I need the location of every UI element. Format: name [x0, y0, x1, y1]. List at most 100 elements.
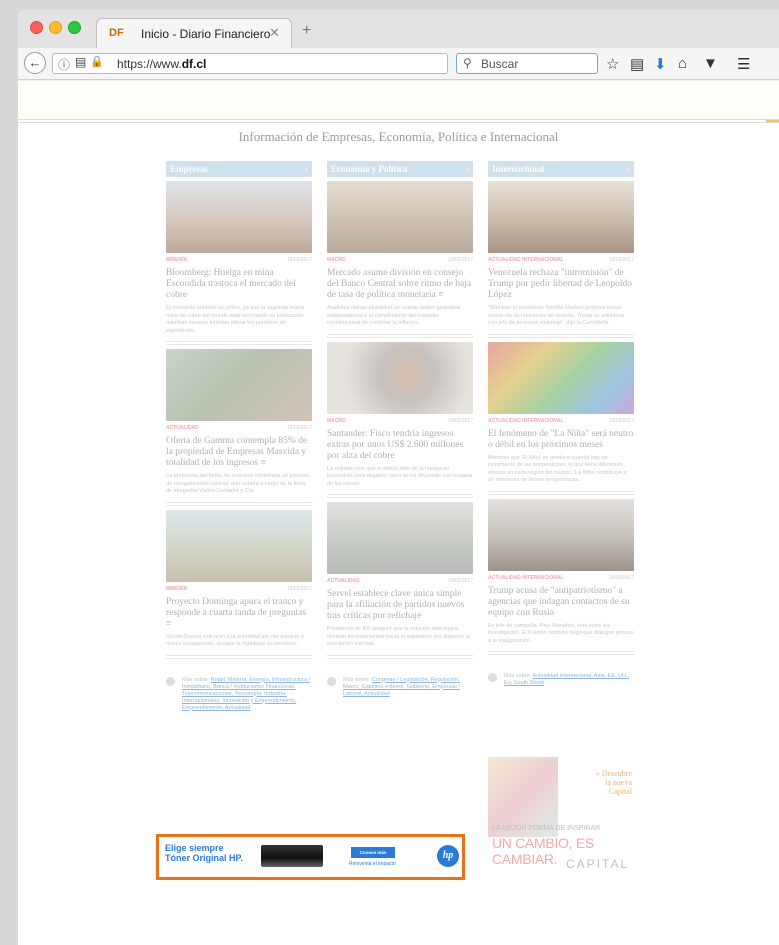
more-label: Más sobre:	[182, 676, 210, 683]
pocket-icon[interactable]: ▼	[703, 55, 718, 72]
tab-title: Inicio - Diario Financiero	[141, 27, 271, 41]
article-lead: Analistas ubican pluralidad en cuanto de…	[327, 305, 461, 326]
article-date: 10/02/2017	[286, 257, 312, 263]
article-image[interactable]	[488, 341, 634, 414]
article-category[interactable]: MINERÍA	[166, 257, 187, 263]
article-headline[interactable]: Trump acusa de "antipatriotismo" a agenc…	[488, 586, 634, 619]
divider	[166, 341, 312, 345]
article-category[interactable]: ACTUALIDAD	[166, 425, 199, 431]
df-favicon-icon: DF	[109, 27, 124, 39]
info-icon[interactable]: ⓘ	[58, 56, 70, 73]
tag-icon	[488, 673, 497, 682]
article-headline[interactable]: Oferta de Gamma contempla 85% de la prop…	[166, 436, 312, 469]
article-headline[interactable]: Proyecto Dominga apura el tranco y respo…	[166, 597, 312, 630]
article-date: 10/02/2017	[447, 417, 473, 424]
close-window-button[interactable]	[30, 21, 43, 34]
divider	[166, 501, 312, 506]
arrow-icon: ›	[466, 164, 469, 174]
article-lead: Ex jefe de campaña, Paul Manafort, está …	[488, 622, 634, 644]
divider	[488, 651, 634, 655]
article-category[interactable]: ACTUALIDAD INTERNACIONAL	[488, 257, 564, 263]
article-category[interactable]: MACRO	[327, 257, 346, 263]
article-headline[interactable]: Mercado asume división en consejo del Ba…	[327, 268, 473, 301]
column-internacional: Internacional › ACTUALIDAD INTERNACIONAL 1…	[488, 161, 634, 687]
hp-advertisement[interactable]: Elige siempre Tóner Original HP. Conoce …	[156, 834, 465, 880]
search-icon: ⚲	[463, 56, 472, 70]
title-bar: DF Inicio - Diario Financiero ✕ +	[18, 10, 779, 48]
article-image[interactable]	[166, 509, 312, 582]
more-label: Más sobre:	[343, 676, 371, 683]
more-topics: Más sobre: Actualidad Internacional, Asi…	[488, 673, 634, 687]
article-image[interactable]	[327, 502, 473, 574]
browser-window: DF Inicio - Diario Financiero ✕ + ← ⓘ ▤ …	[18, 10, 779, 945]
article-lead: Desde Dosera criticaron a la autoridad p…	[166, 633, 304, 648]
back-button[interactable]: ←	[24, 52, 46, 74]
article-lead: Mientras que 'El Niño' se produce cuando…	[488, 454, 627, 484]
column-header[interactable]: Empresas ›	[166, 161, 312, 177]
divider	[327, 654, 473, 659]
article-image[interactable]	[488, 498, 634, 571]
article-category[interactable]: MINERÍA	[166, 586, 187, 592]
minimize-window-button[interactable]	[49, 21, 62, 34]
divider	[488, 490, 634, 495]
article-category[interactable]: MACRO	[327, 418, 346, 424]
reader-icon[interactable]: ▤	[75, 55, 86, 69]
article-lead: Presidente de RD aseguró que la solución…	[327, 626, 471, 647]
article-image[interactable]	[488, 181, 634, 253]
article-date: 10/02/2017	[447, 578, 473, 584]
navigation-bar: ← ⓘ ▤ 🔒 https://www.df.cl ↻ ⚲ Buscar ☆ ▤…	[18, 48, 779, 80]
browser-tab[interactable]: DF Inicio - Diario Financiero ✕	[96, 18, 292, 48]
article-category[interactable]: ACTUALIDAD INTERNACIONAL	[488, 575, 564, 581]
article-category[interactable]: ACTUALIDAD	[327, 578, 360, 584]
toner-image	[261, 845, 323, 867]
article-headline[interactable]: Bloomberg: Huelga en mina Escondida tras…	[166, 268, 312, 301]
tag-icon	[166, 676, 175, 686]
article-headline[interactable]: El fenómeno de "La Niña" será neutro o d…	[488, 429, 634, 451]
article-lead: La entidad cree que el efecto neto de la…	[327, 465, 473, 487]
download-icon[interactable]: ⬇	[654, 55, 667, 73]
bookmark-star-icon[interactable]: ☆	[606, 55, 619, 73]
home-icon[interactable]: ⌂	[678, 55, 687, 72]
divider	[327, 333, 473, 338]
capital-tagline-1: LA MEJOR FORMA DE INSPIRAR	[492, 825, 601, 832]
close-tab-icon[interactable]: ✕	[269, 25, 280, 41]
article-image[interactable]	[327, 181, 473, 253]
hp-ad-text: Elige siempre Tóner Original HP.	[165, 843, 243, 863]
article-image[interactable]	[166, 349, 312, 421]
column-empresas: Empresas › MINERÍA 10/02/2017 Bloomberg: H…	[166, 161, 312, 712]
article-image[interactable]	[166, 181, 312, 253]
article-headline[interactable]: Servel establece clave única simple para…	[327, 589, 473, 622]
arrow-icon: ›	[305, 164, 308, 174]
article-date: 10/02/2017	[447, 257, 473, 263]
article-category[interactable]: ACTUALIDAD INTERNACIONAL	[488, 418, 564, 424]
more-topics: Más sobre: Congreso / Legislación, Regul…	[327, 676, 473, 698]
article-lead: El momento también es crítico, ya que la…	[166, 305, 305, 334]
url-text[interactable]: https://www.df.cl	[117, 57, 206, 71]
article-date: 10/02/2017	[608, 257, 634, 263]
hp-cta-button[interactable]: Conoce más	[351, 847, 395, 858]
search-placeholder: Buscar	[481, 57, 519, 71]
new-tab-button[interactable]: +	[302, 22, 311, 40]
url-bar[interactable]: ⓘ ▤ 🔒 https://www.df.cl ↻	[52, 53, 467, 74]
article-image[interactable]	[327, 341, 473, 414]
capital-advertisement[interactable]: » Descubre la nueva Capital LA MEJOR FOR…	[488, 757, 634, 883]
article-headline[interactable]: Venezuela rechaza "intromisión" de Trump…	[488, 268, 634, 301]
column-header[interactable]: Internacional ›	[488, 161, 634, 177]
column-header[interactable]: Economía y Política ›	[327, 161, 473, 177]
article-lead: "Mientras el presidente Nicolás Maduro p…	[488, 305, 625, 326]
header-rule-2	[18, 122, 779, 123]
article-headline[interactable]: Santander: Fisco tendría ingresos extras…	[327, 429, 473, 462]
divider	[327, 494, 473, 498]
top-banner-strip	[18, 81, 779, 119]
hp-logo-icon: hp	[437, 845, 459, 867]
lock-icon[interactable]: 🔒	[90, 55, 104, 68]
column-economia-politica: Economía y Política › MACRO 10/02/2017 Mer…	[327, 161, 473, 698]
more-label: Más sobre:	[504, 673, 532, 679]
menu-icon[interactable]: ☰	[737, 55, 750, 73]
article-lead: La propuesta del fondo de inversión cont…	[166, 473, 310, 494]
zoom-window-button[interactable]	[68, 21, 81, 34]
library-icon[interactable]: ▤	[630, 55, 644, 73]
article-date: 10/02/2017	[608, 417, 634, 424]
search-input[interactable]: ⚲ Buscar	[456, 53, 598, 74]
article-date: 10/02/2017	[286, 425, 312, 431]
